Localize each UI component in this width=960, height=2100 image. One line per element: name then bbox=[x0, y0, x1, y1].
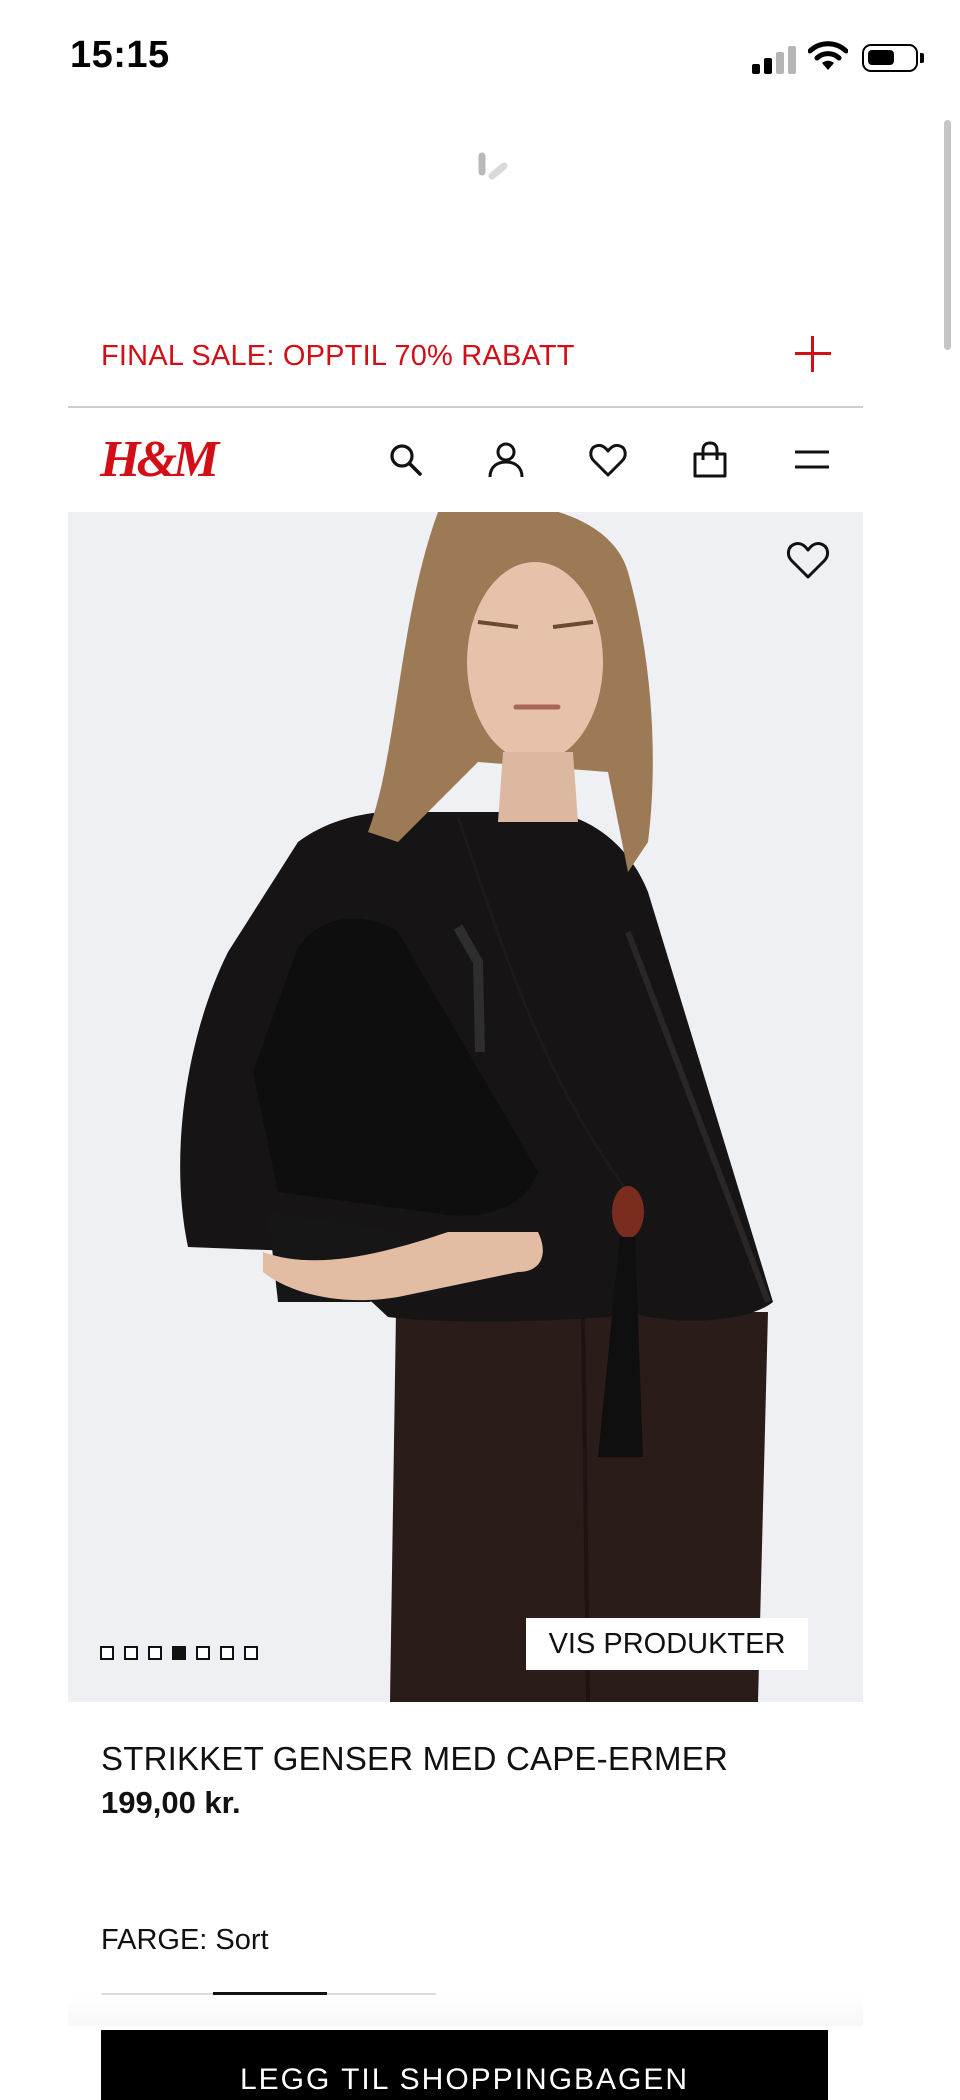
favorites-icon[interactable] bbox=[588, 440, 628, 480]
battery-icon bbox=[862, 44, 918, 72]
status-time: 15:15 bbox=[70, 34, 170, 76]
carousel-dot[interactable] bbox=[124, 1646, 138, 1660]
promo-banner[interactable]: FINAL SALE: OPPTIL 70% RABATT bbox=[68, 322, 863, 408]
status-bar: 15:15 bbox=[0, 0, 960, 118]
search-icon[interactable] bbox=[386, 440, 426, 480]
product-price: 199,00 kr. bbox=[101, 1785, 241, 1820]
cellular-signal-icon bbox=[752, 44, 796, 74]
loading-spinner-icon bbox=[478, 152, 508, 180]
color-swatch-selected bbox=[213, 1992, 327, 1995]
promo-text: FINAL SALE: OPPTIL 70% RABATT bbox=[101, 340, 575, 372]
carousel-dot[interactable] bbox=[244, 1646, 258, 1660]
bottom-fade bbox=[68, 1996, 863, 2026]
add-to-bag-button[interactable]: LEGG TIL SHOPPINGBAGEN bbox=[101, 2030, 828, 2100]
view-products-button[interactable]: VIS PRODUKTER bbox=[526, 1618, 808, 1670]
shopping-bag-icon[interactable] bbox=[690, 440, 730, 480]
plus-icon[interactable] bbox=[795, 336, 831, 372]
scrollbar[interactable] bbox=[944, 120, 951, 350]
carousel-dot-active[interactable] bbox=[172, 1646, 186, 1660]
carousel-dot[interactable] bbox=[220, 1646, 234, 1660]
brand-logo[interactable]: H&M bbox=[100, 430, 219, 489]
color-label: FARGE: Sort bbox=[101, 1924, 269, 1956]
color-swatch-track[interactable] bbox=[101, 1992, 436, 1995]
add-to-favorites-icon[interactable] bbox=[786, 540, 830, 580]
product-image-carousel[interactable]: VIS PRODUKTER bbox=[68, 512, 863, 1702]
product-name: STRIKKET GENSER MED CAPE-ERMER bbox=[101, 1740, 728, 1777]
carousel-indicators bbox=[100, 1646, 258, 1660]
wifi-icon bbox=[808, 41, 848, 70]
carousel-dot[interactable] bbox=[196, 1646, 210, 1660]
account-icon[interactable] bbox=[486, 440, 526, 480]
menu-icon[interactable] bbox=[792, 440, 832, 480]
site-header: H&M bbox=[68, 410, 863, 510]
battery-cap bbox=[920, 53, 924, 63]
carousel-dot[interactable] bbox=[148, 1646, 162, 1660]
carousel-dot[interactable] bbox=[100, 1646, 114, 1660]
product-photo bbox=[68, 512, 863, 1702]
